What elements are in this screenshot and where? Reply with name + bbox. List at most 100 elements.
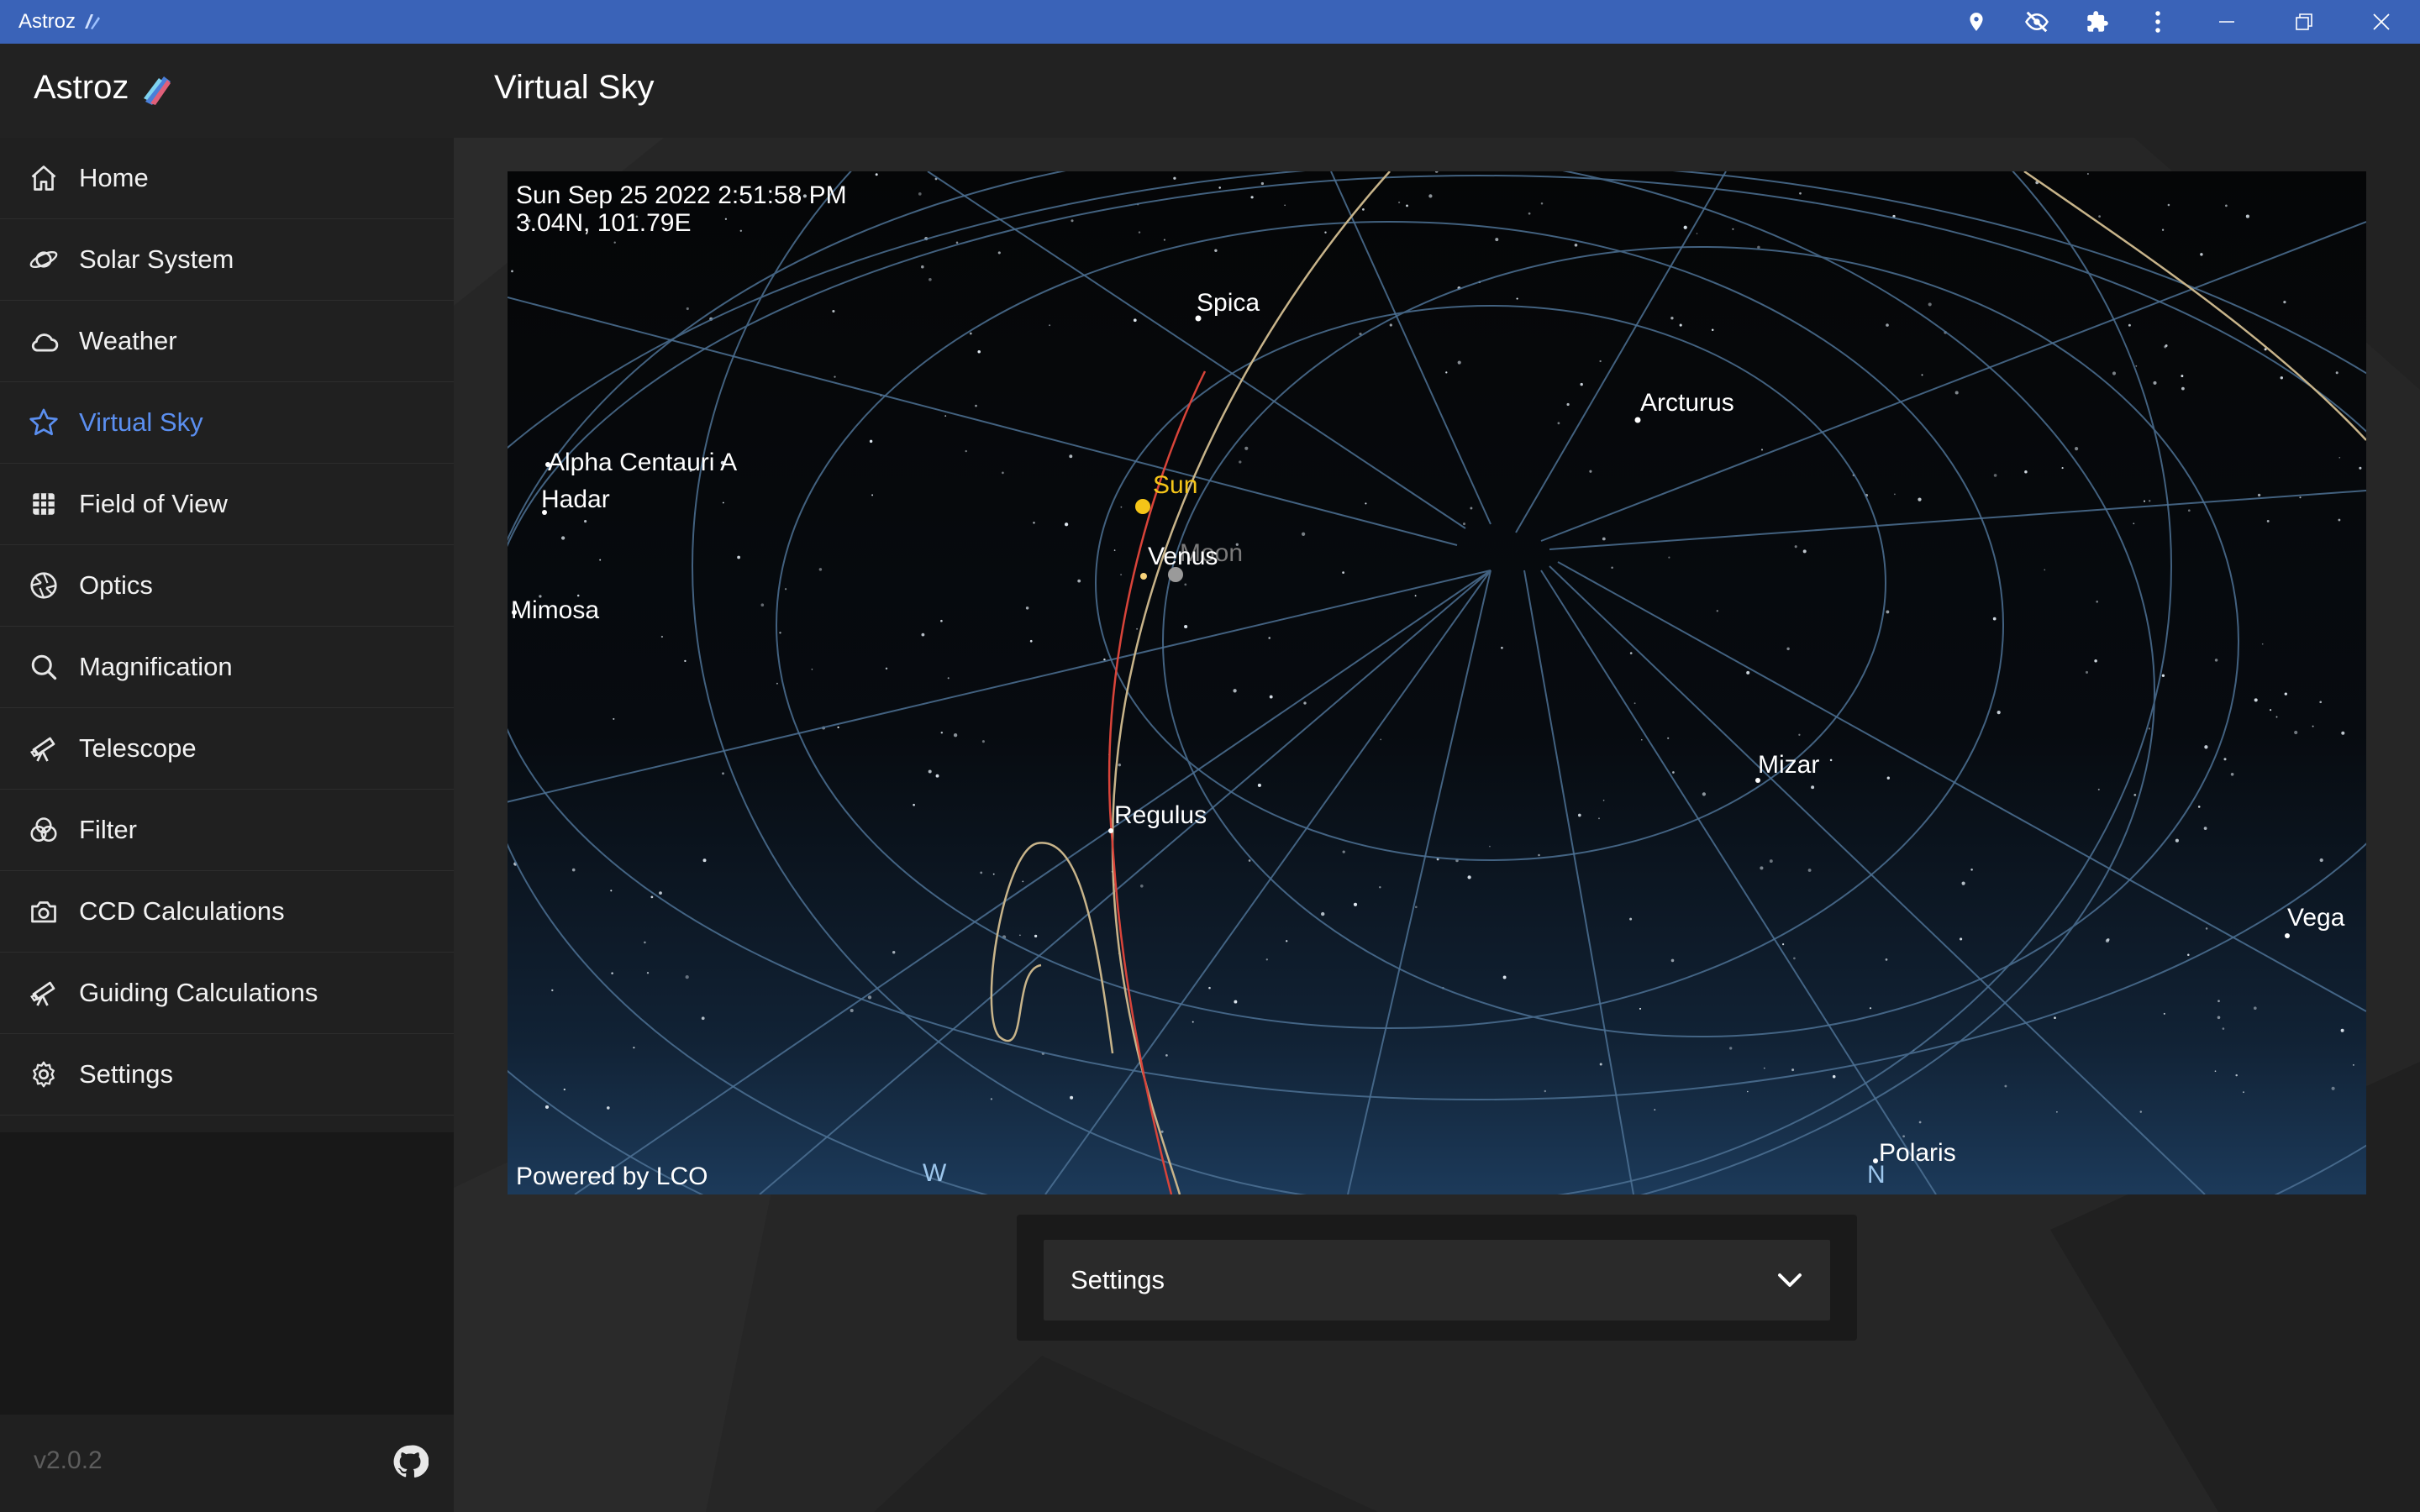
location-pin-icon[interactable] [1946,0,2007,44]
background-star [1992,617,1996,621]
background-star [1029,639,1033,643]
background-star [871,494,874,496]
background-star [2341,731,2345,735]
background-star [1457,360,1461,365]
sidebar-nav: Home Solar System Weather Virtual Sky Fi… [0,138,454,1132]
background-star [1716,610,1719,612]
background-star [2319,701,2323,704]
sidebar-item-field-of-view[interactable]: Field of View [0,464,454,545]
background-star [2024,470,2028,474]
background-star [1136,627,1139,630]
background-star [1918,497,1922,501]
background-star [1794,545,1797,549]
planet-label-sun: Sun [1153,471,1198,499]
background-star [2165,344,2168,347]
sidebar-item-weather[interactable]: Weather [0,301,454,382]
star-label-polaris: Polaris [1879,1139,1956,1167]
sidebar-item-label: Weather [79,326,177,355]
planet-path [990,842,1114,1054]
background-star [992,873,995,875]
background-star [2133,522,2135,525]
sidebar-item-ccd-calculations[interactable]: CCD Calculations [0,871,454,953]
background-star [2225,204,2228,207]
sidebar-item-guiding-calculations[interactable]: Guiding Calculations [0,953,454,1034]
background-star [1760,449,1764,451]
background-star [2128,323,2131,327]
restore-icon[interactable] [2265,0,2343,44]
background-star [660,635,664,638]
sidebar-item-settings[interactable]: Settings [0,1034,454,1116]
sidebar-item-telescope[interactable]: Telescope [0,708,454,790]
sidebar-item-label: Telescope [79,733,197,763]
background-star [1495,238,1499,242]
eye-off-icon[interactable] [2007,0,2067,44]
background-star [1970,869,1973,871]
settings-expander[interactable]: Settings [1044,1240,1830,1320]
sidebar-item-label: Guiding Calculations [79,978,318,1007]
background-star [913,803,915,806]
window-title-bar: Astroz [0,0,2420,44]
background-star [1250,196,1254,199]
background-star [1268,637,1270,639]
sidebar-item-optics[interactable]: Optics [0,545,454,627]
sidebar-item-solar-system[interactable]: Solar System [0,219,454,301]
background-star [1667,737,1670,739]
background-star [551,989,554,992]
background-star [1342,850,1345,853]
more-vert-icon[interactable] [2128,0,2188,44]
close-icon[interactable] [2343,0,2420,44]
background-star [935,774,939,778]
background-star [885,667,888,670]
background-star [1793,957,1796,960]
virtual-sky-planetarium[interactable]: Sun Sep 25 2022 2:51:58 PM 3.04N, 101.79… [508,171,2366,1194]
background-star [977,350,981,354]
background-star [650,895,654,899]
sidebar-item-home[interactable]: Home [0,138,454,219]
background-star [1342,571,1344,574]
background-star [1244,446,1249,450]
main-content: Sun Sep 25 2022 2:51:58 PM 3.04N, 101.79… [454,138,2420,1512]
sidebar-footer: v2.0.2 [0,1415,454,1512]
background-star [613,717,615,720]
background-star [2245,214,2249,218]
background-star [1654,1109,1656,1110]
background-star [1463,522,1465,526]
background-star [947,677,950,680]
background-star [2187,509,2191,512]
background-star [2107,937,2110,942]
background-star [737,555,740,559]
background-star [2153,381,2157,385]
minimize-icon[interactable] [2188,0,2265,44]
background-star [1786,647,1790,651]
background-star [571,868,576,872]
background-star [1397,201,1401,204]
sky-datetime: Sun Sep 25 2022 2:51:58 PM [516,181,847,209]
background-star [2266,519,2270,522]
background-star [760,603,765,607]
background-star [1670,958,1675,963]
puzzle-icon[interactable] [2067,0,2128,44]
background-star [1996,710,2001,715]
background-star [1589,470,1592,473]
background-star [928,769,932,774]
background-star [2235,1074,2238,1077]
sidebar-item-magnification[interactable]: Magnification [0,627,454,708]
star-label-mimosa: Mimosa [511,596,600,624]
github-icon[interactable] [392,1443,429,1480]
sidebar-item-label: Home [79,163,149,192]
background-star [611,972,613,974]
meridian-lines [508,171,2366,1194]
background-star [646,972,650,974]
background-star [1071,219,1074,223]
sky-credit: Powered by LCO [516,1163,708,1190]
background-star [2230,772,2234,776]
app-header: Astroz Virtual Sky [0,44,2420,138]
background-star [981,740,985,743]
compass-north: N [1867,1161,1886,1189]
sidebar-item-virtual-sky[interactable]: Virtual Sky [0,382,454,464]
settings-expander-label: Settings [1071,1265,1165,1294]
background-star [1002,471,1004,475]
background-star [1064,522,1069,527]
sidebar-item-filter[interactable]: Filter [0,790,454,871]
background-star [869,439,873,444]
